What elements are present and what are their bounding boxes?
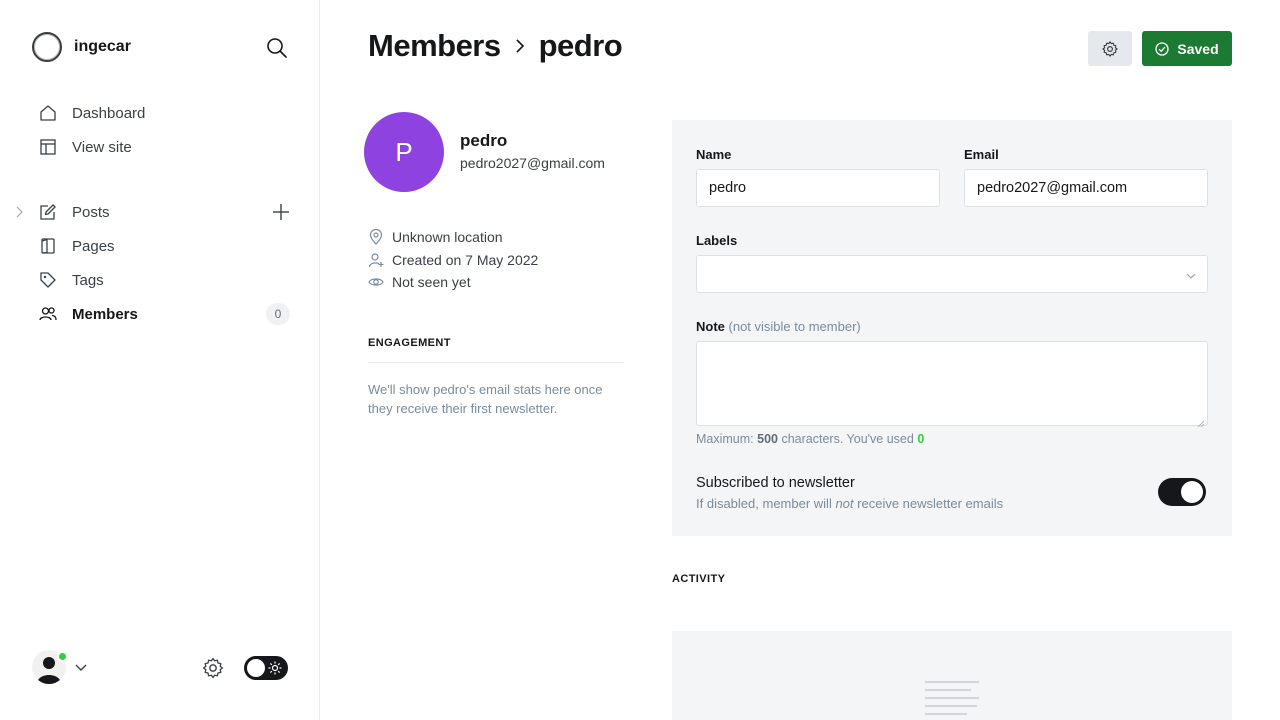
hint-mid: characters. You've used (781, 432, 914, 446)
newsletter-description: If disabled, member will not receive new… (696, 496, 1003, 511)
newsletter-desc-em: not (835, 496, 854, 511)
activity-heading: ACTIVITY (672, 573, 726, 585)
labels-label: Labels (696, 233, 738, 248)
resize-grip-icon[interactable] (1197, 415, 1205, 428)
online-status-dot (57, 651, 68, 662)
chevron-right-icon (511, 37, 529, 55)
check-circle-icon (1155, 41, 1170, 56)
newsletter-desc-a: If disabled, member will (696, 496, 832, 511)
member-created: Created on 7 May 2022 (368, 249, 538, 272)
brand[interactable]: ingecar (32, 32, 131, 62)
sidebar-item-label: View site (72, 138, 132, 156)
chevron-down-icon (1185, 269, 1197, 281)
list-placeholder-icon (924, 681, 980, 720)
home-icon (38, 103, 58, 123)
sidebar-item-tags[interactable]: Tags (32, 263, 292, 297)
email-label: Email (964, 147, 999, 162)
gear-icon (1102, 40, 1118, 57)
site-name: ingecar (74, 38, 131, 55)
email-field[interactable]: pedro2027@gmail.com (964, 169, 1208, 207)
activity-panel (672, 631, 1232, 720)
sidebar-item-pages[interactable]: Pages (32, 229, 292, 263)
sidebar-item-label: Pages (72, 237, 115, 255)
member-avatar: P (364, 112, 444, 192)
newsletter-toggle-knob (1181, 481, 1203, 503)
name-label: Name (696, 147, 732, 162)
note-textarea[interactable] (696, 341, 1208, 428)
sidebar-item-view-site[interactable]: View site (32, 130, 292, 164)
sidebar-nav-top: Dashboard View site (32, 96, 292, 164)
tag-icon (38, 270, 58, 290)
sidebar-item-label: Members (72, 305, 138, 323)
edit-icon (38, 202, 58, 222)
note-char-counter: Maximum: 500 characters. You've used 0 (696, 432, 924, 446)
sidebar-item-label: Posts (72, 203, 110, 221)
page-title: pedro (538, 28, 623, 63)
note-label: Note (not visible to member) (696, 319, 861, 334)
sidebar: ingecar Dashboard View site Posts Pages … (0, 0, 320, 720)
chevron-down-icon[interactable] (74, 661, 88, 673)
member-last-seen: Not seen yet (368, 271, 538, 294)
sidebar-nav-main: Posts Pages Tags Members 0 (16, 195, 292, 331)
page-icon (38, 236, 58, 256)
save-button-label: Saved (1177, 40, 1219, 57)
add-post-icon[interactable] (270, 201, 292, 223)
member-location: Unknown location (368, 226, 538, 249)
location-pin-icon (368, 229, 384, 246)
main-content: Members pedro Saved P pedro pedro2027@gm… (320, 0, 1280, 720)
theme-toggle-knob (247, 659, 265, 677)
note-label-text: Note (696, 319, 725, 334)
member-email: pedro2027@gmail.com (460, 155, 605, 171)
member-name: pedro (460, 131, 508, 150)
note-label-hint: (not visible to member) (728, 319, 861, 334)
user-add-icon (368, 252, 384, 268)
hint-prefix: Maximum: (696, 432, 754, 446)
engagement-text: We'll show pedro's email stats here once… (368, 382, 603, 416)
sidebar-footer (32, 648, 290, 688)
sidebar-item-members[interactable]: Members 0 (32, 297, 292, 331)
member-form-panel: Name pedro Email pedro2027@gmail.com Lab… (672, 120, 1232, 536)
hint-used: 0 (917, 432, 925, 446)
hint-max: 500 (757, 432, 778, 446)
newsletter-desc-b: receive newsletter emails (857, 496, 1004, 511)
member-created-text: Created on 7 May 2022 (392, 251, 539, 268)
sidebar-item-label: Dashboard (72, 104, 146, 122)
gear-icon[interactable] (201, 656, 225, 680)
members-icon (38, 304, 58, 324)
sidebar-item-label: Tags (72, 271, 104, 289)
sidebar-item-dashboard[interactable]: Dashboard (32, 96, 292, 130)
name-field[interactable]: pedro (696, 169, 940, 207)
members-count-badge: 0 (266, 303, 290, 325)
member-meta-list: Unknown location Created on 7 May 2022 N… (368, 226, 538, 294)
newsletter-toggle[interactable] (1158, 478, 1206, 506)
sun-icon (268, 661, 282, 675)
engagement-heading: ENGAGEMENT (368, 337, 451, 349)
divider (368, 362, 624, 363)
member-location-text: Unknown location (392, 229, 503, 246)
search-icon[interactable] (264, 35, 290, 61)
labels-select[interactable] (696, 255, 1208, 293)
chevron-right-icon[interactable] (14, 205, 26, 219)
member-last-seen-text: Not seen yet (392, 274, 471, 291)
sidebar-item-posts[interactable]: Posts (16, 195, 292, 229)
breadcrumb-members-link[interactable]: Members (368, 28, 501, 64)
breadcrumb: Members pedro (368, 28, 623, 64)
newsletter-title: Subscribed to newsletter (696, 475, 855, 491)
theme-toggle[interactable] (244, 656, 288, 680)
eye-icon (368, 274, 384, 290)
member-settings-button[interactable] (1088, 31, 1132, 66)
site-logo (32, 32, 62, 62)
save-button[interactable]: Saved (1142, 31, 1232, 66)
layout-icon (38, 137, 58, 157)
